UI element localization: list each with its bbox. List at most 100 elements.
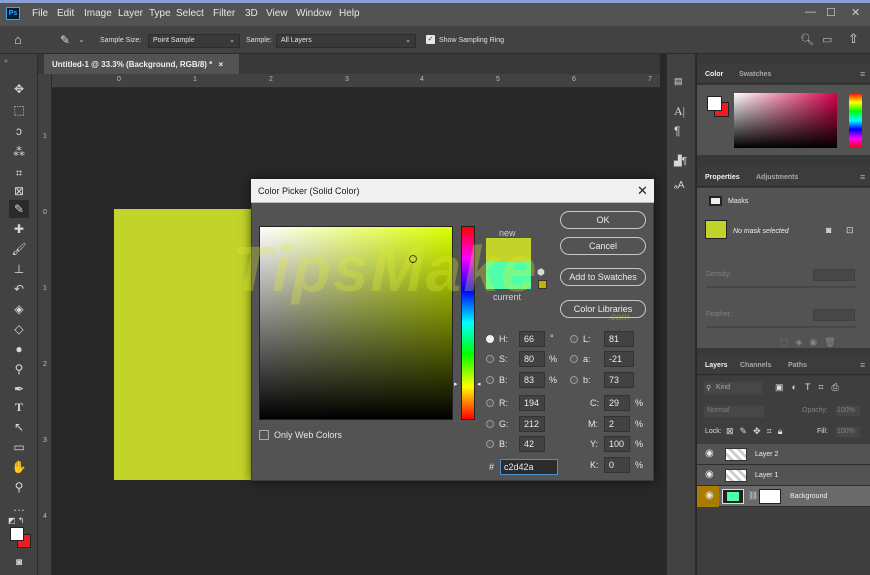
stamp-tool-icon[interactable]: ⊥	[9, 260, 29, 278]
quick-mask-icon[interactable]: ◙	[9, 554, 29, 572]
eyedropper-preset-icon[interactable]: ✎	[60, 33, 70, 47]
history-brush-tool-icon[interactable]: ↶	[9, 280, 29, 298]
frame-tool-icon[interactable]: ⊠	[9, 182, 29, 200]
character-panel-icon[interactable]: A|	[674, 104, 685, 119]
color-libraries-button[interactable]: Color Libraries	[560, 300, 646, 318]
b-radio[interactable]	[486, 376, 494, 384]
panel-menu-icon[interactable]: ≡	[860, 69, 865, 79]
h-field[interactable]: 66	[519, 331, 545, 347]
tab-adjustments[interactable]: Adjustments	[756, 174, 798, 181]
add-to-swatches-button[interactable]: Add to Swatches	[560, 268, 646, 286]
workspace-icon[interactable]: ▭	[822, 33, 832, 46]
paint-bucket-tool-icon[interactable]: ◇	[9, 320, 29, 338]
sample-size-dropdown[interactable]: Point Sample ⌄	[148, 34, 240, 48]
more-tools-icon[interactable]: …	[9, 498, 29, 516]
sampling-ring-checkbox[interactable]: ✓	[426, 35, 435, 44]
link-icon[interactable]: ⛓	[748, 491, 758, 500]
layer-name[interactable]: Layer 2	[755, 451, 778, 458]
menu-window[interactable]: Window	[296, 8, 332, 19]
tab-color[interactable]: Color	[705, 71, 723, 78]
m-field[interactable]: 2	[604, 416, 630, 432]
gamut-swatch[interactable]	[538, 280, 547, 289]
maximize-icon[interactable]: ☐	[826, 6, 836, 19]
path-select-tool-icon[interactable]: ↖	[9, 418, 29, 436]
hex-field[interactable]: c2d42a	[500, 459, 558, 475]
visibility-eye-icon[interactable]: ◉	[705, 490, 714, 501]
history-panel-icon[interactable]: ▤	[674, 76, 683, 87]
hue-arrow-left-icon[interactable]: ▸	[454, 380, 458, 388]
c-field[interactable]: 29	[604, 395, 630, 411]
sample-dropdown[interactable]: All Layers ⌄	[276, 34, 416, 48]
filter-kind-dropdown[interactable]	[703, 381, 763, 395]
dodge-tool-icon[interactable]: ⚲	[9, 360, 29, 378]
hue-arrow-right-icon[interactable]: ◂	[477, 380, 481, 388]
menu-image[interactable]: Image	[84, 8, 112, 19]
visibility-eye-icon[interactable]: ◉	[705, 448, 714, 459]
only-web-colors-checkbox[interactable]	[259, 430, 269, 440]
menu-view[interactable]: View	[266, 8, 288, 19]
marquee-tool-icon[interactable]: ⬚	[9, 101, 29, 119]
layer-mask-thumbnail[interactable]	[759, 489, 781, 504]
color-panel-spectrum[interactable]	[734, 93, 837, 148]
y-field[interactable]: 100	[604, 436, 630, 452]
g-radio[interactable]	[486, 420, 494, 428]
lab-b-radio[interactable]	[570, 376, 578, 384]
cancel-button[interactable]: Cancel	[560, 237, 646, 255]
h-radio[interactable]	[486, 335, 494, 343]
menu-edit[interactable]: Edit	[57, 8, 74, 19]
r-field[interactable]: 194	[519, 395, 545, 411]
menu-layer[interactable]: Layer	[118, 8, 143, 19]
blur-tool-icon[interactable]: ●	[9, 340, 29, 358]
menu-select[interactable]: Select	[176, 8, 204, 19]
paragraph-panel-icon[interactable]: ¶	[674, 124, 680, 138]
layer-name[interactable]: Layer 1	[755, 472, 778, 479]
rgb-b-field[interactable]: 42	[519, 436, 545, 452]
menu-filter[interactable]: Filter	[213, 8, 235, 19]
minimize-icon[interactable]: —	[805, 6, 816, 18]
document-tab[interactable]: Untitled-1 @ 33.3% (Background, RGB/8) *…	[44, 54, 239, 74]
tab-swatches[interactable]: Swatches	[739, 71, 771, 78]
swap-colors-icon[interactable]: ◩ ↰	[8, 516, 24, 525]
dialog-close-icon[interactable]: ✕	[637, 183, 648, 199]
rectangle-tool-icon[interactable]: ▭	[9, 438, 29, 456]
foreground-color-swatch[interactable]	[10, 527, 24, 541]
layer-row[interactable]	[697, 444, 870, 465]
b-field[interactable]: 83	[519, 372, 545, 388]
hand-tool-icon[interactable]: ✋	[9, 458, 29, 476]
a-radio[interactable]	[570, 355, 578, 363]
s-field[interactable]: 80	[519, 351, 545, 367]
lab-b-field[interactable]: 73	[604, 372, 634, 388]
glyphs-panel-icon[interactable]: ▟¶	[674, 156, 687, 167]
l-field[interactable]: 81	[604, 331, 634, 347]
color-panel-hue[interactable]	[849, 93, 862, 148]
home-icon[interactable]: ⌂	[14, 32, 22, 47]
brush-tool-icon[interactable]: 🖌︎	[9, 240, 29, 258]
ok-button[interactable]: OK	[560, 211, 646, 229]
g-field[interactable]: 212	[519, 416, 545, 432]
close-window-icon[interactable]: ✕	[851, 6, 860, 19]
layer-name[interactable]: Background	[790, 493, 827, 500]
add-pixel-mask-icon[interactable]: ◙	[826, 225, 831, 235]
tab-properties[interactable]: Properties	[705, 174, 740, 181]
expand-tools-icon[interactable]: »	[4, 58, 8, 65]
panel-menu-icon[interactable]: ≡	[860, 172, 865, 182]
l-radio[interactable]	[570, 335, 578, 343]
lasso-tool-icon[interactable]: ↄ	[9, 122, 29, 140]
search-icon[interactable]: 🔍︎	[800, 33, 814, 46]
tab-paths[interactable]: Paths	[788, 362, 807, 369]
healing-tool-icon[interactable]: ✚	[9, 220, 29, 238]
panel-fg-swatch[interactable]	[707, 96, 722, 111]
lock-icons[interactable]: ⊠✎✥⌗🔒︎	[726, 426, 788, 437]
tab-layers[interactable]: Layers	[705, 362, 728, 369]
zoom-tool-icon[interactable]: ⚲	[9, 478, 29, 496]
add-vector-mask-icon[interactable]: ⊡	[846, 225, 854, 236]
s-radio[interactable]	[486, 355, 494, 363]
tab-channels[interactable]: Channels	[740, 362, 772, 369]
crop-tool-icon[interactable]: ⌗	[9, 164, 29, 182]
menu-file[interactable]: File	[32, 8, 48, 19]
pen-tool-icon[interactable]: ✒	[9, 380, 29, 398]
menu-type[interactable]: Type	[149, 8, 171, 19]
r-radio[interactable]	[486, 399, 494, 407]
menu-help[interactable]: Help	[339, 8, 360, 19]
menu-3d[interactable]: 3D	[245, 8, 258, 19]
